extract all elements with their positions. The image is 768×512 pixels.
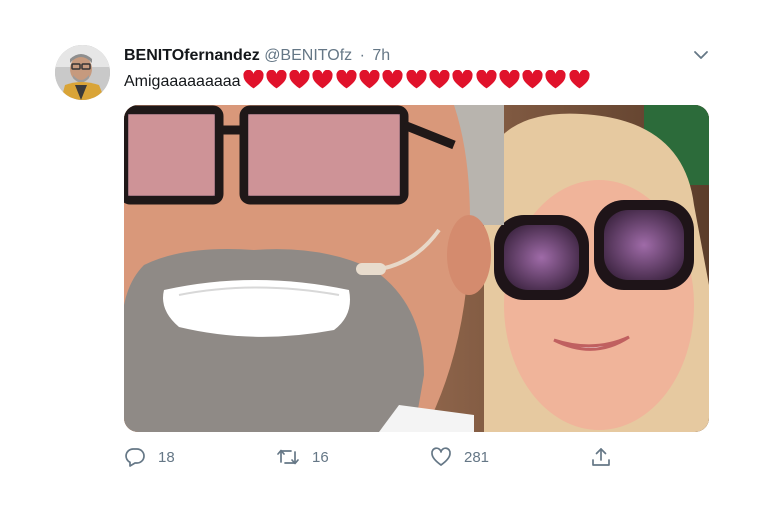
like-button[interactable]: 281 xyxy=(430,444,489,470)
tweet-photo[interactable] xyxy=(124,105,709,432)
selfie-image xyxy=(124,105,709,432)
avatar[interactable] xyxy=(55,45,110,100)
share-button[interactable] xyxy=(590,444,612,470)
red-heart-emoji-icon xyxy=(569,70,590,89)
heart-emoji-row xyxy=(243,70,592,89)
red-heart-emoji-icon xyxy=(243,70,264,89)
tweet-text-content: Amigaaaaaaaaa xyxy=(124,73,241,90)
red-heart-emoji-icon xyxy=(545,70,566,89)
retweet-count: 16 xyxy=(312,448,329,466)
red-heart-emoji-icon xyxy=(359,70,380,89)
red-heart-emoji-icon xyxy=(522,70,543,89)
red-heart-emoji-icon xyxy=(382,70,403,89)
reply-icon xyxy=(125,448,145,467)
red-heart-emoji-icon xyxy=(266,70,287,89)
red-heart-emoji-icon xyxy=(406,70,427,89)
tweet-actions: 18 16 281 xyxy=(124,444,724,470)
tweet-header: BENITOfernandez @BENITOfz · 7h xyxy=(124,47,390,67)
separator-dot: · xyxy=(359,47,365,64)
red-heart-emoji-icon xyxy=(289,70,310,89)
avatar-image xyxy=(55,45,110,100)
retweet-icon xyxy=(277,449,299,465)
display-name[interactable]: BENITOfernandez xyxy=(124,47,260,64)
tweet-time[interactable]: 7h xyxy=(372,47,390,64)
red-heart-emoji-icon xyxy=(336,70,357,89)
user-handle[interactable]: @BENITOfz xyxy=(264,47,352,64)
like-count: 281 xyxy=(464,448,490,466)
reply-button[interactable]: 18 xyxy=(124,444,175,470)
tweet-card[interactable]: BENITOfernandez @BENITOfz · 7h Amigaaaaa… xyxy=(0,0,768,512)
red-heart-emoji-icon xyxy=(476,70,497,89)
more-options-button[interactable] xyxy=(690,47,712,63)
red-heart-emoji-icon xyxy=(499,70,520,89)
red-heart-emoji-icon xyxy=(452,70,473,89)
reply-count: 18 xyxy=(158,448,175,466)
red-heart-emoji-icon xyxy=(429,70,450,89)
share-icon xyxy=(592,448,610,466)
red-heart-emoji-icon xyxy=(312,70,333,89)
chevron-down-icon xyxy=(694,51,708,59)
heart-icon xyxy=(431,447,451,466)
retweet-button[interactable]: 16 xyxy=(276,444,329,470)
tweet-text: Amigaaaaaaaaa xyxy=(124,70,592,92)
